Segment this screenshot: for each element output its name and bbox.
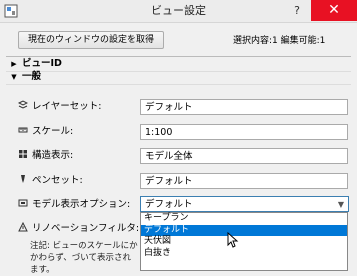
structure-display-select[interactable]: モデル全体 xyxy=(140,148,348,164)
scale-value: 1:100 xyxy=(145,127,173,138)
layers-icon xyxy=(18,100,28,109)
renovation-icon xyxy=(18,222,28,232)
scale-select[interactable]: 1:100 xyxy=(140,124,348,140)
get-current-window-settings-button[interactable]: 現在のウィンドウの設定を取得 xyxy=(18,31,164,49)
scale-icon xyxy=(18,127,28,133)
caret-right-icon: ▶ xyxy=(11,60,17,68)
chevron-down-icon: ▼ xyxy=(337,200,344,209)
pen-set-value: デフォルト xyxy=(145,176,193,187)
model-display-icon xyxy=(18,199,28,207)
structure-display-value: モデル全体 xyxy=(145,151,193,162)
model-display-options-label: モデル表示オプション: xyxy=(18,197,130,213)
pen-set-label-text: ペンセット: xyxy=(32,175,83,186)
view-settings-window: ビュー設定 ? ✕ 現在のウィンドウの設定を取得 選択内容:1 編集可能:1 ▶… xyxy=(0,0,357,275)
layer-set-value: デフォルト xyxy=(145,102,193,113)
section-view-id-label: ビューID xyxy=(22,58,62,69)
model-display-options-label-text: モデル表示オプション: xyxy=(32,199,131,210)
title-bar: ビュー設定 ? ✕ xyxy=(0,0,357,23)
structure-display-label: 構造表示: xyxy=(18,148,73,164)
option-hollow[interactable]: 白抜き xyxy=(141,248,347,260)
layer-set-select[interactable]: デフォルト xyxy=(140,99,348,115)
model-display-options-value: デフォルト xyxy=(145,199,193,210)
close-button[interactable]: ✕ xyxy=(311,0,357,21)
structure-display-label-text: 構造表示: xyxy=(32,150,74,161)
scale-label: スケール: xyxy=(18,124,73,140)
renovation-filter-label-text: リノベーションフィルタ: xyxy=(32,223,140,234)
renovation-filter-label: リノベーションフィルタ: xyxy=(18,221,139,237)
option-key-plan[interactable]: キープラン xyxy=(141,213,347,225)
selection-status: 選択内容:1 編集可能:1 xyxy=(233,36,326,46)
option-default[interactable]: デフォルト xyxy=(141,224,347,236)
pen-set-label: ペンセット: xyxy=(18,173,83,189)
scale-label-text: スケール: xyxy=(32,126,74,137)
section-general[interactable]: ▼ 一般 xyxy=(6,70,351,85)
pen-set-select[interactable]: デフォルト xyxy=(140,173,348,189)
layer-set-label-text: レイヤーセット: xyxy=(32,101,102,112)
help-button[interactable]: ? xyxy=(290,3,304,19)
pen-icon xyxy=(21,175,25,183)
structure-icon xyxy=(19,150,27,158)
model-display-options-list[interactable]: キープラン デフォルト 天伏図 白抜き xyxy=(140,212,348,271)
mouse-cursor-icon xyxy=(227,232,239,248)
model-display-options-select[interactable]: デフォルト ▼ xyxy=(140,196,349,212)
caret-down-icon: ▼ xyxy=(11,73,17,81)
option-ceiling-plan[interactable]: 天伏図 xyxy=(141,236,347,248)
layer-set-label: レイヤーセット: xyxy=(18,99,101,115)
section-general-label: 一般 xyxy=(22,71,42,82)
